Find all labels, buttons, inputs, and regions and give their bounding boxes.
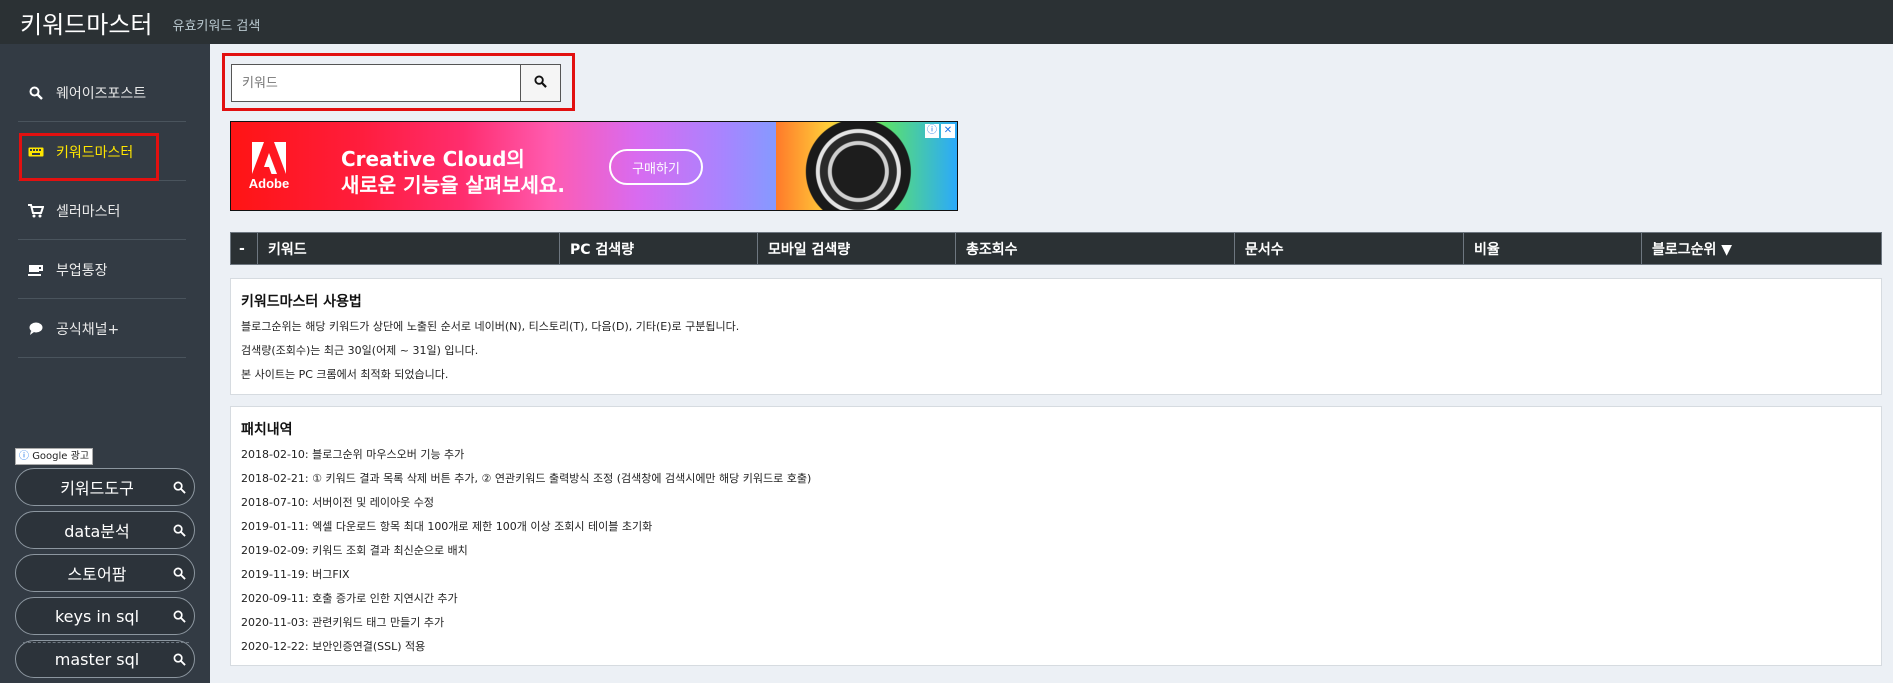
patch-line: 2019-11-19: 버그FIX (241, 568, 350, 581)
tool-button-keys-in-sql[interactable]: keys in sql (15, 597, 195, 635)
patch-line: 2020-11-03: 관련키워드 태그 만들기 추가 (241, 616, 445, 629)
search-button[interactable] (520, 65, 560, 101)
search-icon (164, 653, 194, 666)
col-pc-search[interactable]: PC 검색량 (560, 233, 758, 264)
usage-line: 블로그순위는 해당 키워드가 상단에 노출된 순서로 네이버(N), 티스토리(… (241, 320, 740, 333)
search-icon (22, 86, 50, 100)
patch-line: 2020-12-22: 보안인증연결(SSL) 적용 (241, 640, 426, 653)
patch-line: 2019-02-09: 키워드 조회 결과 최신순으로 배치 (241, 544, 468, 557)
search-box (231, 64, 561, 102)
sidebar-item-sellermaster[interactable]: 셀러마스터 (18, 182, 186, 240)
cart-icon (22, 203, 50, 218)
ad-controls: ⓘ ✕ (925, 124, 955, 138)
info-icon: ⓘ (19, 451, 29, 462)
search-icon (164, 567, 194, 580)
sidebar-item-whereispost[interactable]: 웨어이즈포스트 (18, 64, 186, 122)
patch-line: 2018-07-10: 서버이전 및 레이아웃 수정 (241, 496, 434, 509)
col-total-views[interactable]: 총조회수 (956, 233, 1235, 264)
search-input[interactable] (232, 65, 520, 101)
ad-buy-button[interactable]: 구매하기 (609, 149, 703, 185)
sidebar-item-keywordmaster[interactable]: 키워드마스터 (18, 123, 186, 181)
ad-headline: Creative Cloud의 새로운 기능을 살펴보세요. (341, 147, 565, 197)
search-icon (164, 524, 194, 537)
patch-line: 2018-02-21: ① 키워드 결과 목록 삭제 버튼 추가, ② 연관키워… (241, 472, 812, 485)
app-subtitle: 유효키워드 검색 (172, 18, 261, 34)
usage-line: 본 사이트는 PC 크롬에서 최적화 되었습니다. (241, 368, 449, 381)
tool-button-keyword-tool[interactable]: 키워드도구 (15, 468, 195, 506)
col-mobile-search[interactable]: 모바일 검색량 (758, 233, 956, 264)
active-highlight (19, 133, 159, 181)
search-icon (164, 481, 194, 494)
patch-line: 2019-01-11: 엑셀 다운로드 항목 최대 100개로 제한 100개 … (241, 520, 653, 533)
usage-panel: 키워드마스터 사용법 블로그순위는 해당 키워드가 상단에 노출된 순서로 네이… (230, 278, 1882, 395)
app-title[interactable]: 키워드마스터 (20, 5, 152, 40)
sidebar-item-sidejob[interactable]: 부업통장 (18, 241, 186, 299)
top-header: 키워드마스터 유효키워드 검색 (0, 0, 1893, 44)
patch-line: 2020-09-11: 호출 증가로 인한 지연시간 추가 (241, 592, 458, 605)
patch-panel: 패치내역 2018-02-10: 블로그순위 마우스오버 기능 추가 2018-… (230, 406, 1882, 666)
search-icon (164, 610, 194, 623)
search-icon (534, 75, 547, 91)
usage-title: 키워드마스터 사용법 (241, 294, 362, 310)
sidebar-item-label: 웨어이즈포스트 (56, 85, 147, 102)
sidebar-item-label: 셀러마스터 (56, 203, 121, 220)
ad-banner[interactable]: Adobe Creative Cloud의 새로운 기능을 살펴보세요. 구매하… (230, 121, 958, 211)
sidebar-item-label: 공식채널+ (56, 321, 120, 338)
ad-info-icon[interactable]: ⓘ (925, 124, 939, 138)
col-doc-count[interactable]: 문서수 (1235, 233, 1464, 264)
sidebar-item-label: 부업통장 (56, 262, 108, 279)
chat-icon (22, 322, 50, 335)
tool-button-master-sql[interactable]: master sql (15, 640, 195, 678)
sidebar: 웨어이즈포스트 키워드마스터 셀러마스터 부업통장 공식채널+ ⓘ Google… (0, 44, 210, 683)
sidebar-divider (23, 642, 189, 643)
google-ad-label[interactable]: ⓘ Google 광고 (15, 448, 94, 465)
patch-title: 패치내역 (241, 422, 293, 438)
results-table-header: - 키워드 PC 검색량 모바일 검색량 총조회수 문서수 비율 블로그순위 ▼ (230, 232, 1882, 265)
ad-close-icon[interactable]: ✕ (941, 124, 955, 138)
col-keyword[interactable]: 키워드 (258, 233, 560, 264)
tool-button-data-analysis[interactable]: data분석 (15, 511, 195, 549)
adobe-logo: Adobe (249, 142, 289, 197)
col-blog-rank[interactable]: 블로그순위 ▼ (1642, 233, 1881, 264)
sidebar-item-officialchannel[interactable]: 공식채널+ (18, 300, 186, 358)
coffee-icon (22, 263, 50, 277)
usage-line: 검색량(조회수)는 최근 30일(어제 ~ 31일) 입니다. (241, 344, 479, 357)
adobe-logo-icon (252, 142, 286, 174)
tool-button-storefarm[interactable]: 스토어팜 (15, 554, 195, 592)
col-delete[interactable]: - (231, 233, 258, 264)
col-ratio[interactable]: 비율 (1464, 233, 1642, 264)
patch-line: 2018-02-10: 블로그순위 마우스오버 기능 추가 (241, 448, 465, 461)
